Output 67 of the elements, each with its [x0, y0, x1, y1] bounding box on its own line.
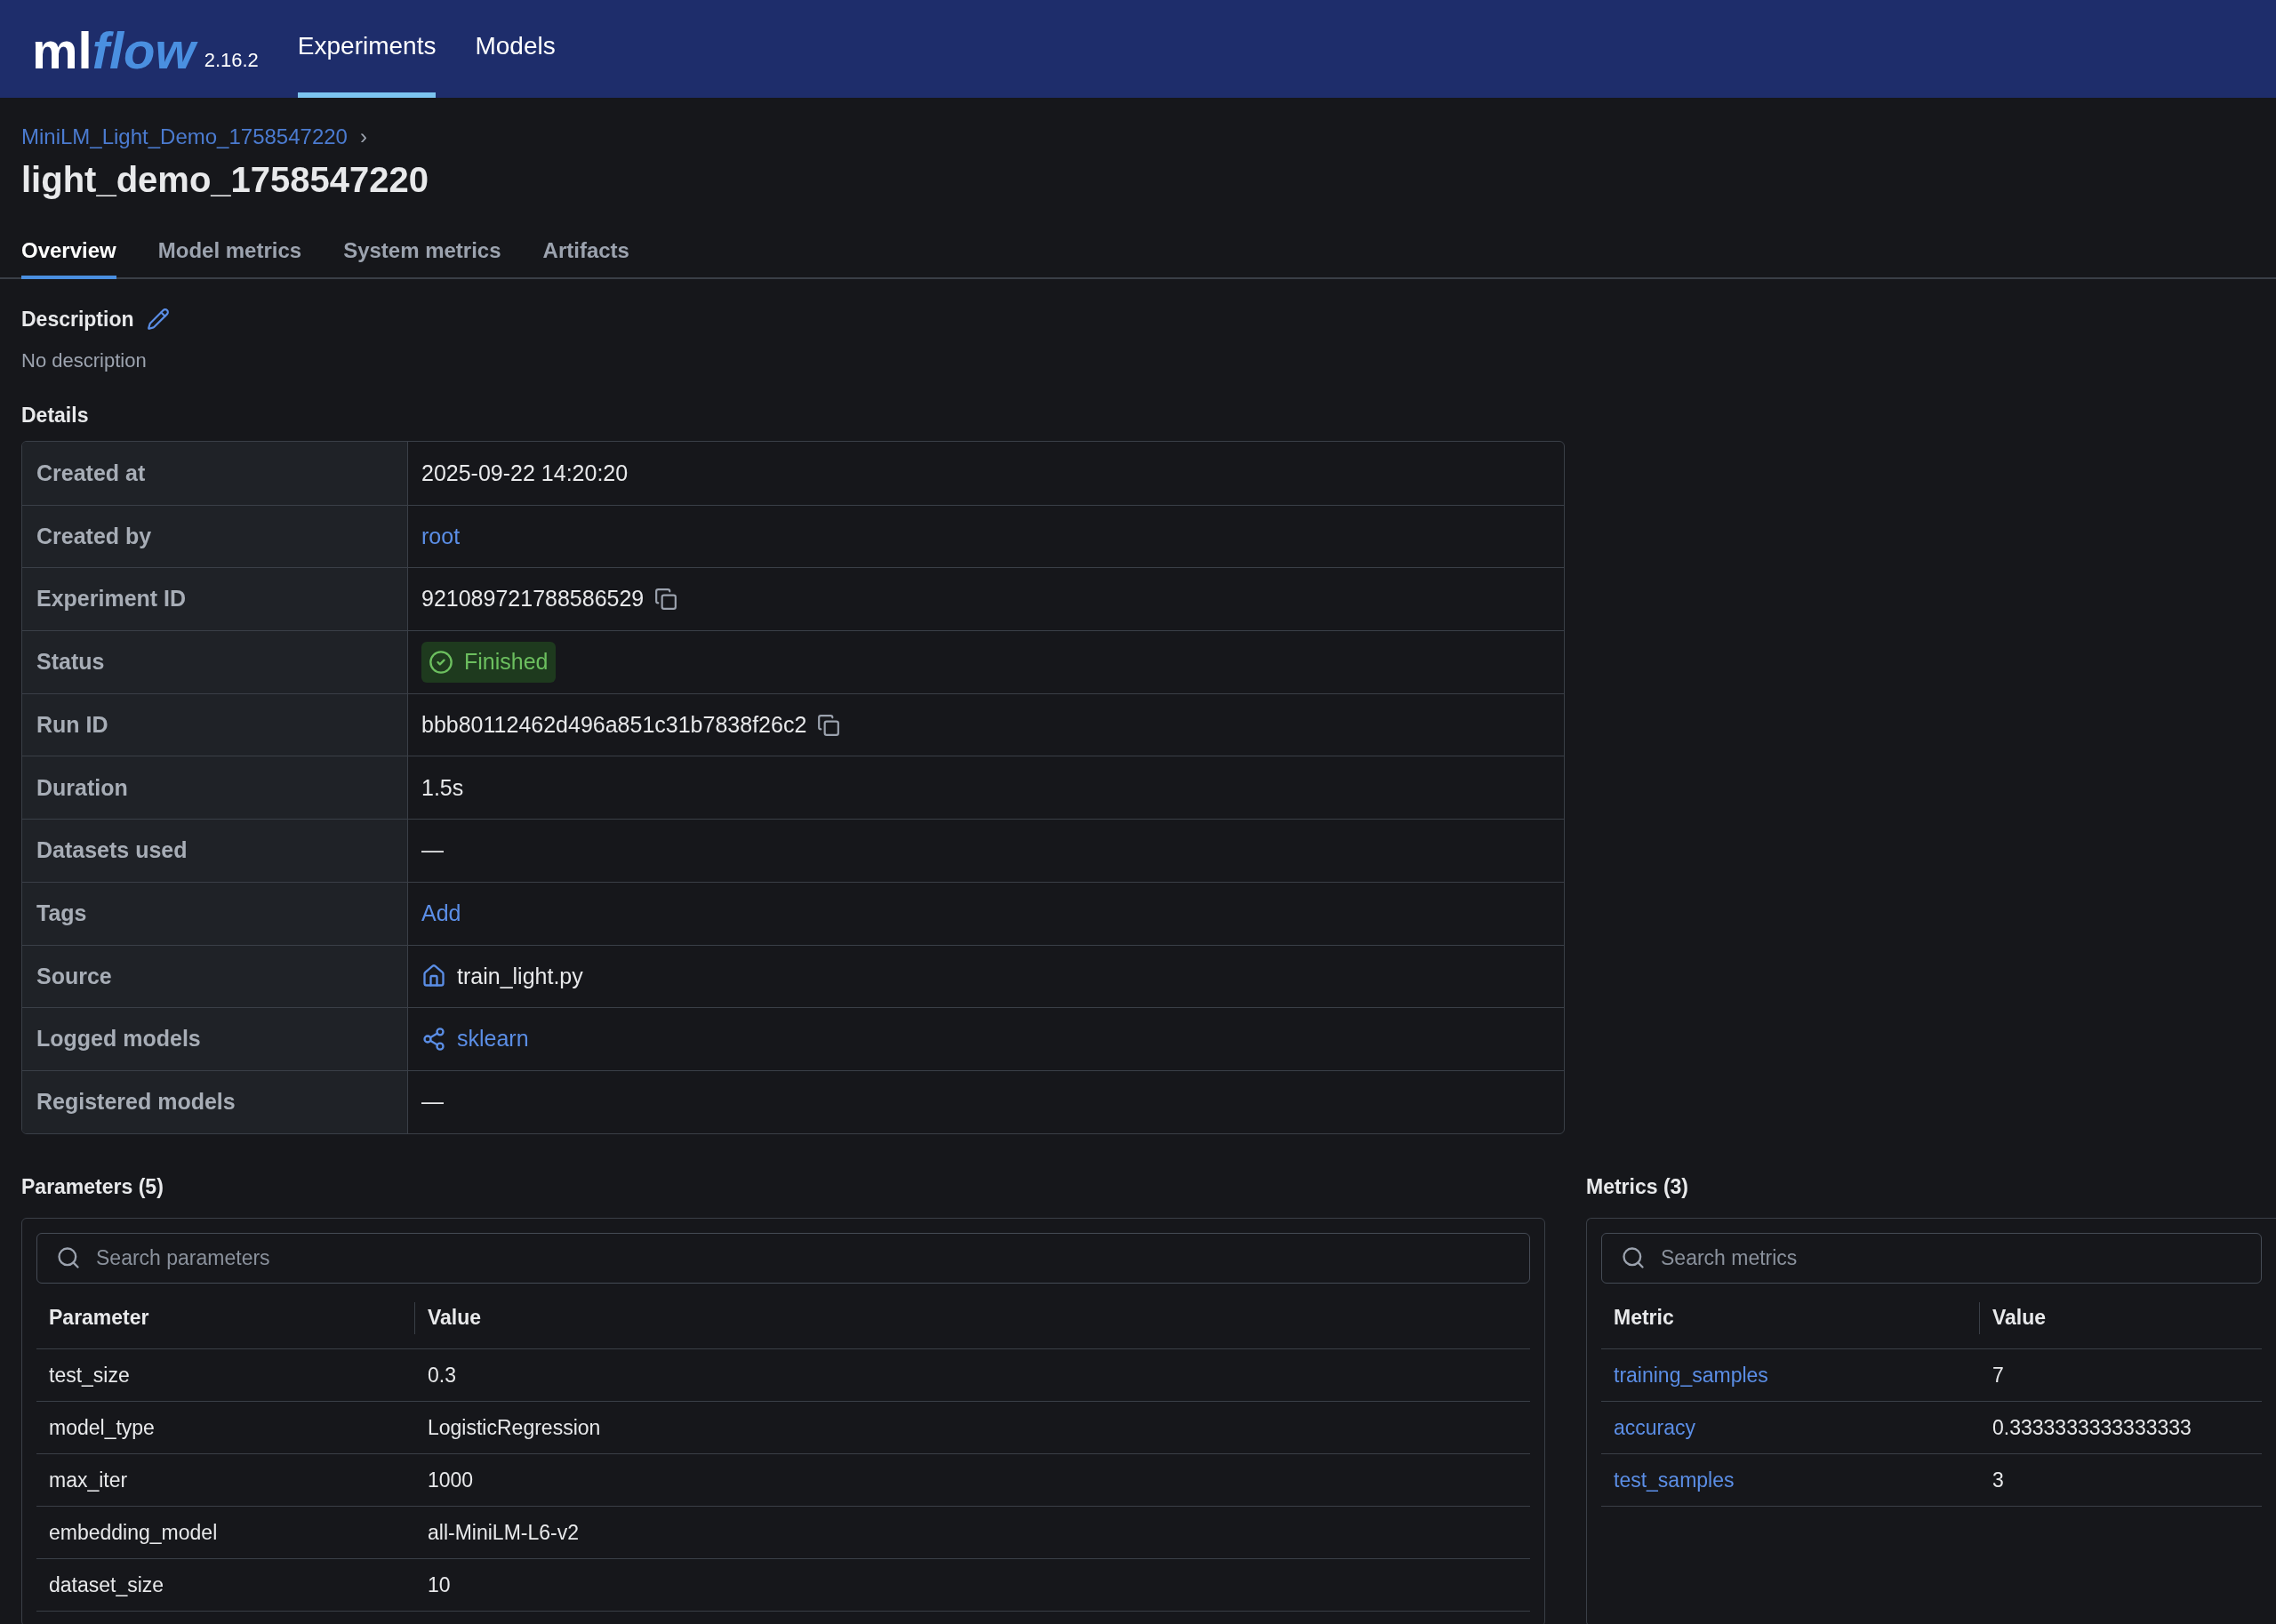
table-cell-text: all-MiniLM-L6-v2 [428, 1519, 579, 1546]
section-heading: Details [21, 402, 90, 428]
home-icon [421, 964, 446, 989]
row-label: Created at [36, 459, 146, 487]
value-text: 2025-09-22 14:20:20 [421, 459, 629, 487]
table-cell-text: max_iter [49, 1467, 128, 1493]
page-title: light_demo_1758547220 [21, 159, 430, 201]
breadcrumb-link[interactable]: MiniLM_Light_Demo_1758547220 [21, 121, 348, 153]
value-link[interactable]: sklearn [457, 1022, 529, 1056]
search-field[interactable]: Search metrics [1601, 1233, 2262, 1284]
check-circle-icon [429, 649, 453, 675]
row-label: Logged models [36, 1025, 201, 1053]
edit-icon[interactable] [146, 308, 170, 332]
column-header: Value [1992, 1305, 2047, 1332]
tab[interactable]: Artifacts [542, 235, 629, 279]
value-text: bbb80112462d496a851c31b7838f26c2 [421, 710, 807, 739]
section-heading: Parameters (5) [21, 1173, 164, 1200]
value-text: 1.5s [421, 773, 464, 802]
section-heading: Metrics (3) [1586, 1173, 1690, 1200]
search-field[interactable]: Search parameters [36, 1233, 1530, 1284]
row-label: Experiment ID [36, 585, 187, 613]
table-cell-text: 0.3333333333333333 [1992, 1414, 2192, 1441]
row-label: Duration [36, 773, 128, 802]
row-label: Created by [36, 522, 152, 550]
tab[interactable]: System metrics [343, 235, 501, 279]
nav-link[interactable]: Models [475, 0, 556, 98]
table-cell-text: embedding_model [49, 1519, 218, 1546]
table-cell-text: model_type [49, 1414, 155, 1441]
value-text: — [421, 1087, 444, 1116]
column-header: Metric [1613, 1305, 1674, 1332]
table-cell-text: 0.3 [428, 1362, 456, 1388]
row-label: Registered models [36, 1087, 236, 1116]
table-cell-text: test_size [49, 1362, 130, 1388]
value-text: — [421, 836, 444, 865]
table-cell-text: 1000 [428, 1467, 474, 1493]
table-cell-text: 10 [428, 1572, 451, 1598]
row-label: Run ID [36, 710, 108, 739]
breadcrumb-separator: › [359, 124, 367, 150]
version-label: 2.16.2 [204, 48, 259, 73]
value-link[interactable]: root [421, 519, 461, 554]
metric-link[interactable]: test_samples [1614, 1464, 1735, 1496]
tab[interactable]: Model metrics [157, 235, 302, 279]
value-link[interactable]: Add [421, 896, 461, 931]
metric-link[interactable]: accuracy [1614, 1412, 1696, 1444]
tab[interactable]: Overview [21, 235, 116, 279]
search-icon [1621, 1245, 1646, 1271]
section-heading: Description [21, 307, 134, 332]
value-text: 921089721788586529 [421, 585, 645, 613]
table-cell-text: dataset_size [49, 1572, 164, 1598]
copy-icon[interactable] [654, 588, 678, 612]
row-label: Status [36, 648, 105, 676]
description-text: No description [21, 348, 148, 373]
value-text: train_light.py [457, 962, 583, 990]
metric-link[interactable]: training_samples [1614, 1359, 1768, 1391]
row-label: Tags [36, 899, 87, 927]
status-badge: Finished [421, 642, 556, 683]
nav-link[interactable]: Experiments [297, 0, 437, 98]
column-header: Parameter [48, 1305, 149, 1332]
copy-icon[interactable] [817, 713, 841, 737]
column-header: Value [428, 1305, 482, 1332]
search-icon [56, 1245, 81, 1271]
nodes-icon [421, 1027, 446, 1052]
row-label: Datasets used [36, 836, 188, 865]
table-cell-text: 7 [1992, 1362, 2004, 1388]
row-label: Source [36, 962, 112, 990]
table-cell-text: 3 [1992, 1467, 2004, 1493]
table-cell-text: LogisticRegression [428, 1414, 601, 1441]
